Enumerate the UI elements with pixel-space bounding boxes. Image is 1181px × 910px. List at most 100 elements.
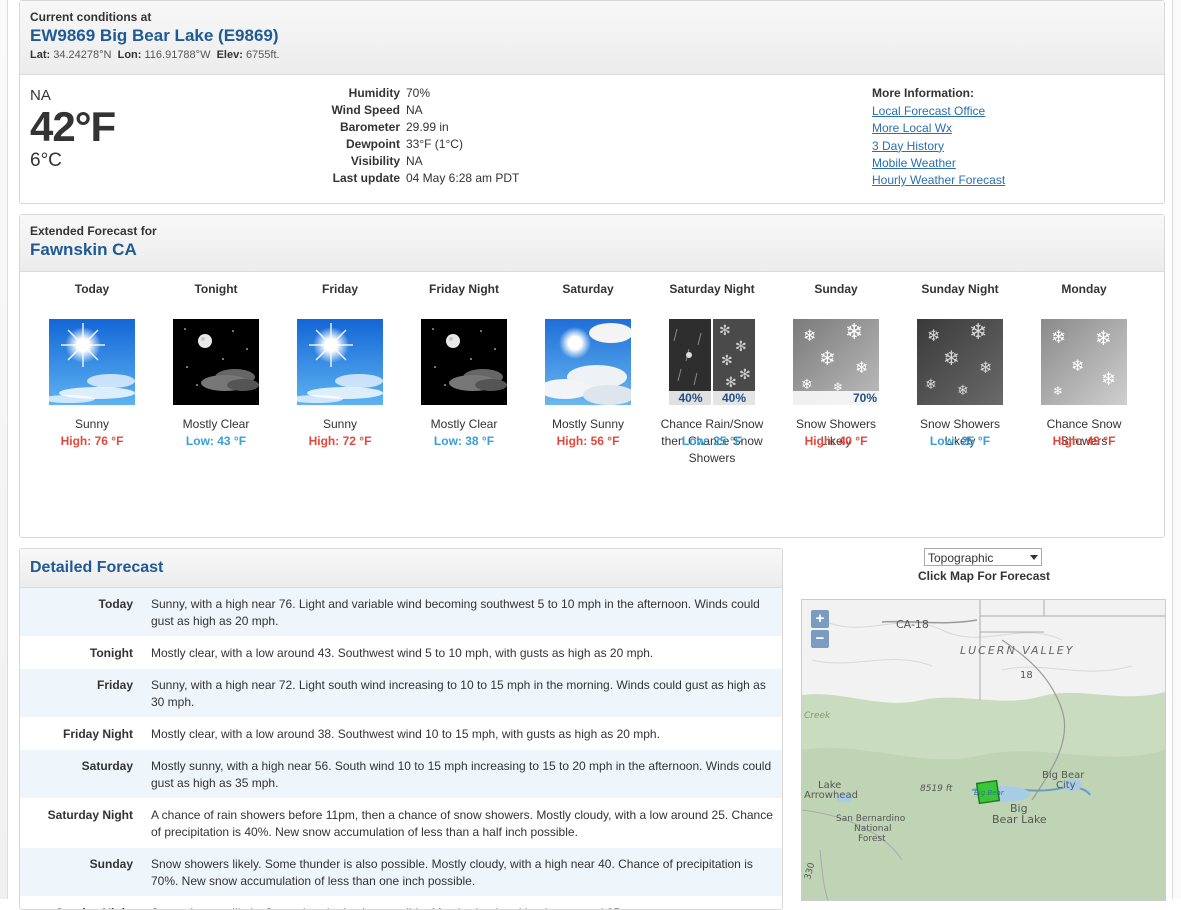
detail-row: Wind Speed NA [290, 103, 519, 120]
forecast-period-saturday[interactable]: Saturday Mostly Sunny [533, 281, 643, 484]
map-canvas: CA-18 LUCERN VALLEY 18 Creek Lake Arrowh… [802, 600, 1165, 900]
svg-text:❄: ❄ [925, 377, 937, 393]
page-left-edge [0, 0, 8, 899]
current-conditions-header: Current conditions at EW9869 Big Bear La… [20, 1, 1164, 75]
detail-value: NA [406, 103, 423, 117]
period-name: Saturday Night [669, 282, 755, 296]
row-text: Mostly clear, with a low around 38. Sout… [151, 727, 660, 741]
period-short-desc: Snow Showers Likely [919, 417, 1001, 448]
row-period: Saturday Night [47, 808, 133, 822]
period-name: Friday Night [428, 282, 499, 296]
map-caption: Click Map For Forecast [918, 569, 1051, 583]
mostly-sunny-icon [545, 319, 631, 405]
period-temp: High: 56 °F [556, 434, 620, 448]
station-coordinates: Lat: 34.24278°N Lon: 116.91788°W Elev: 6… [30, 49, 1154, 61]
row-period: Saturday [81, 759, 133, 773]
row-text: Snow showers likely. Some thunder is als… [151, 857, 753, 888]
night-clear-icon [173, 319, 259, 405]
more-information-title: More Information: [872, 86, 974, 100]
map-label: Bear Lake [992, 813, 1047, 826]
detailed-forecast-row: Friday Sunny, with a high near 72. Light … [20, 669, 782, 718]
detail-label: Barometer [339, 120, 400, 134]
detail-label: Visibility [350, 154, 400, 168]
row-text: Mostly clear, with a low around 43. Sout… [151, 646, 654, 660]
svg-text:❄: ❄ [1071, 356, 1084, 375]
rain-snow-icon: ✻ ✻ ✻ ✻ ✻ 40% 40% [669, 319, 755, 405]
link-more-local-wx[interactable]: More Local Wx [872, 120, 1005, 137]
map-label: Creek [804, 711, 831, 721]
link-local-forecast-office[interactable]: Local Forecast Office [872, 103, 1005, 120]
detail-value: 29.99 in [406, 120, 449, 134]
current-summary: NA 42°F 6°C [30, 87, 116, 172]
period-temp: Low: 25 °F [681, 434, 743, 448]
chevron-down-icon [1030, 555, 1038, 560]
svg-text:✻: ✻ [735, 339, 747, 355]
period-name: Monday [1061, 282, 1107, 296]
svg-text:❄: ❄ [855, 358, 868, 377]
link-hourly-weather-forecast[interactable]: Hourly Weather Forecast [872, 172, 1005, 189]
forecast-map[interactable]: CA-18 LUCERN VALLEY 18 Creek Lake Arrowh… [801, 599, 1166, 901]
row-text: Sunny, with a high near 72. Light south … [151, 678, 766, 709]
period-short-desc: Snow Showers Likely [795, 417, 877, 448]
period-name: Friday [321, 282, 358, 296]
detailed-forecast-row: Tonight Mostly clear, with a low around 4… [20, 637, 782, 669]
current-details-table: Humidity 70% Wind Speed NA Barometer 29.99 … [290, 86, 519, 188]
svg-text:❄: ❄ [927, 326, 940, 345]
detail-label: Last update [332, 171, 400, 185]
period-name: Tonight [194, 282, 238, 296]
forecast-period-tonight[interactable]: Tonight Mostly Clear [161, 281, 271, 484]
map-layer-select[interactable]: Topographic [924, 548, 1042, 566]
extended-forecast-heading: Extended Forecast for [30, 224, 157, 238]
detail-value: NA [406, 154, 423, 168]
period-temp: Low: 43 °F [185, 434, 247, 448]
zoom-in-button[interactable]: + [811, 610, 829, 628]
link-3-day-history[interactable]: 3 Day History [872, 138, 1005, 155]
period-short-desc: Chance Snow Showers [1046, 417, 1122, 448]
svg-text:❄: ❄ [845, 320, 863, 345]
period-name: Sunday Night [921, 282, 999, 296]
forecast-period-sunday-night[interactable]: Sunday Night ❄ ❄ ❄ ❄ ❄ ❄ Snow Showers Likely [905, 281, 1015, 484]
map-label: City [1056, 780, 1076, 791]
map-label: Forest [858, 834, 886, 844]
forecast-period-sunday[interactable]: Sunday ❄ ❄ ❄ ❄ ❄ ❄ 70% Snow Showers Likely [781, 281, 891, 484]
forecast-period-saturday-night[interactable]: Saturday Night ✻ ✻ ✻ ✻ ✻ 40% 40% Chance Rain… [657, 281, 767, 484]
map-layer-selected: Topographic [928, 551, 994, 565]
detailed-forecast-title: Detailed Forecast [30, 559, 164, 576]
row-period: Today [98, 597, 133, 611]
svg-text:❄: ❄ [1051, 327, 1066, 348]
elev-value: 6755ft. [245, 49, 280, 61]
row-text: Sunny, with a high near 76. Light and va… [151, 597, 760, 628]
page-scrollbar[interactable] [1172, 0, 1181, 899]
period-short-desc: Sunny [74, 417, 110, 431]
zoom-out-button[interactable]: − [811, 630, 829, 648]
link-mobile-weather[interactable]: Mobile Weather [872, 155, 1005, 172]
current-conditions-heading: Current conditions at [30, 10, 152, 24]
svg-text:✻: ✻ [739, 367, 751, 383]
detail-row: Last update 04 May 6:28 am PDT [290, 171, 520, 188]
svg-text:❄: ❄ [1095, 326, 1112, 350]
forecast-period-today[interactable]: Today Sunny [37, 281, 147, 484]
station-name: EW9869 Big Bear Lake (E9869) [30, 26, 279, 45]
lon-label: Lon: [117, 49, 142, 61]
lat-value: 34.24278°N [53, 49, 112, 61]
forecast-period-monday[interactable]: Monday ❄ ❄ ❄ ❄ ❄ Chance Snow Showers [1029, 281, 1139, 484]
svg-text:✻: ✻ [721, 353, 733, 369]
detail-row: Humidity 70% [290, 86, 519, 103]
detailed-forecast-row: Saturday Night A chance of rain showers b… [20, 799, 782, 848]
sunny-icon [297, 319, 383, 405]
extended-forecast-header: Extended Forecast for Fawnskin CA [20, 215, 1164, 272]
forecast-period-friday-night[interactable]: Friday Night Mostly Clear [409, 281, 519, 484]
detailed-forecast-panel: Detailed Forecast Today Sunny, with a hig… [19, 548, 783, 910]
map-label: CA-18 [896, 618, 929, 631]
period-temp: High: 72 °F [308, 434, 372, 448]
forecast-period-friday[interactable]: Friday Sunny [285, 281, 395, 484]
current-temp-c: 6°C [30, 150, 62, 171]
period-temp: High: 76 °F [60, 434, 124, 448]
svg-text:❄: ❄ [957, 383, 969, 399]
svg-text:✻: ✻ [719, 323, 731, 339]
svg-text:✻: ✻ [725, 375, 737, 391]
svg-text:❄: ❄ [1053, 384, 1063, 398]
period-temp: Low: 38 °F [433, 434, 495, 448]
detail-label: Humidity [348, 86, 400, 100]
extended-forecast-panel: Extended Forecast for Fawnskin CA Today … [19, 214, 1165, 538]
